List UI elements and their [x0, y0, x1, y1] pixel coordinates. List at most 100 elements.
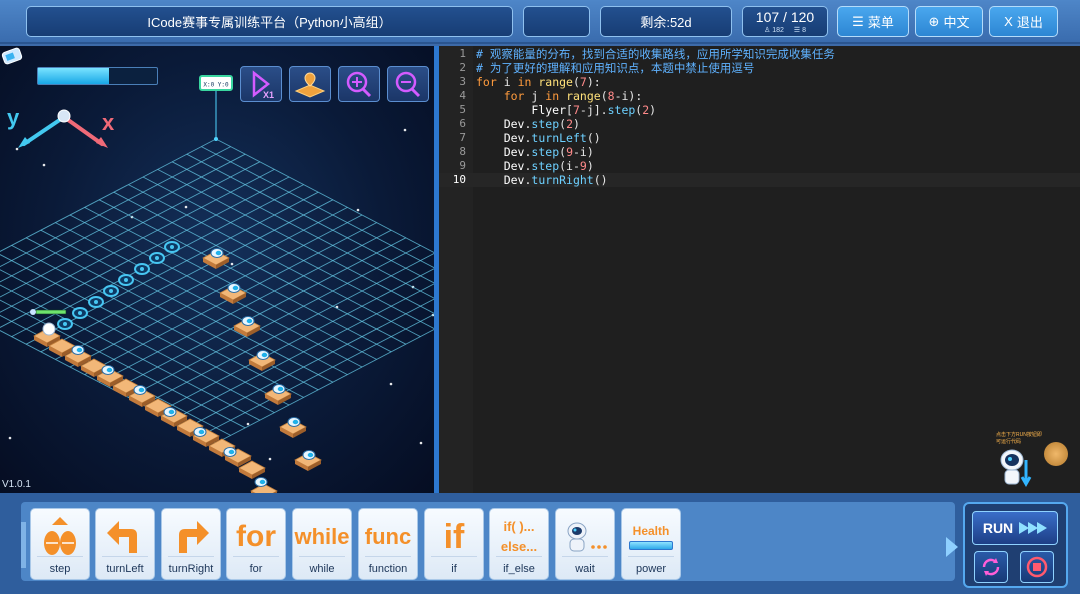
power-bar-icon: Health — [622, 513, 680, 561]
block-art-text: func — [364, 524, 412, 549]
block-function[interactable]: func function — [358, 508, 418, 580]
line-number: 3 — [459, 75, 466, 88]
code-line[interactable]: 9 Dev.step(i-9) — [439, 159, 1080, 173]
flyer-ring-core — [140, 267, 144, 271]
star — [15, 147, 19, 151]
block-turnleft[interactable]: turnLeft — [95, 508, 155, 580]
zoom-out-button[interactable] — [387, 66, 429, 102]
wait-robot-icon — [556, 513, 614, 561]
helper-robot-icon[interactable] — [998, 446, 1034, 490]
zoom-in-icon — [346, 71, 372, 98]
line-number: 4 — [459, 89, 466, 102]
run-button[interactable]: RUN — [972, 511, 1058, 545]
code-text: Dev.step(i-9) — [503, 159, 594, 173]
block-divider — [299, 556, 345, 557]
code-line[interactable]: 5 Flyer[7-j].step(2) — [439, 103, 1080, 117]
axis-origin — [57, 109, 71, 123]
page-title: ICode赛事专属训练平台（Python小高组） — [26, 6, 513, 37]
y-axis-arrow — [22, 115, 66, 146]
block-label: step — [49, 563, 71, 575]
map-button[interactable] — [289, 66, 331, 102]
code-lines[interactable]: 1 # 观察能量的分布，找到合适的收集路线，应用所学知识完成收集任务 2 # 为了更好… — [439, 46, 1080, 187]
code-text: Dev.turnLeft() — [503, 131, 601, 145]
zoom-in-button[interactable] — [338, 66, 380, 102]
code-line[interactable]: 6 Dev.step(2) — [439, 117, 1080, 131]
code-line[interactable]: 7 Dev.turnLeft() — [439, 131, 1080, 145]
x-axis-label: x — [102, 110, 115, 135]
reset-button[interactable] — [974, 551, 1008, 583]
star — [419, 441, 423, 445]
block-turnright[interactable]: turnRight — [161, 508, 221, 580]
remaining-days: 剩余:52d — [600, 6, 732, 37]
step-icon — [31, 513, 89, 561]
line-number: 5 — [459, 103, 466, 116]
turn-right-icon — [162, 513, 220, 561]
code-editor[interactable]: 1 # 观察能量的分布，找到合适的收集路线，应用所学知识完成收集任务 2 # 为了更好… — [439, 46, 1080, 493]
code-text: # 为了更好的理解和应用知识点，本题中禁止使用逗号 — [476, 61, 755, 75]
flyer-core — [246, 318, 253, 324]
code-line[interactable]: 4 for j in range(8-i): — [439, 89, 1080, 103]
flyer-ring-core — [155, 256, 159, 260]
coord-label: X:0 Y:0 — [203, 82, 229, 89]
flyer-core — [168, 409, 175, 415]
line-number: 7 — [459, 131, 466, 144]
helper-tip: 点击下方RUN按钮即可运行代码 — [996, 432, 1042, 445]
block-while[interactable]: while while — [292, 508, 352, 580]
palette-scroll-right-icon[interactable] — [946, 537, 958, 557]
code-text: # 观察能量的分布，找到合适的收集路线，应用所学知识完成收集任务 — [476, 47, 835, 61]
star — [246, 422, 250, 426]
code-line[interactable]: 2 # 为了更好的理解和应用知识点，本题中禁止使用逗号 — [439, 61, 1080, 75]
stop-icon — [1026, 556, 1048, 578]
language-label: 中文 — [943, 15, 970, 30]
flyer-core — [232, 285, 239, 291]
flyer-core — [259, 479, 266, 485]
line-number: 9 — [459, 159, 466, 172]
exit-button[interactable]: X 退出 — [989, 6, 1058, 37]
game-scene: X:0 Y:0 y x X1 V1.0.1 — [0, 46, 434, 493]
coord-origin — [214, 137, 218, 141]
block-wait[interactable]: wait — [555, 508, 615, 580]
menu-button[interactable]: ☰ 菜单 — [837, 6, 909, 37]
block-step[interactable]: step — [30, 508, 90, 580]
flyer-ring-core — [78, 311, 82, 315]
progress-count: 107 / 120 — [755, 8, 815, 25]
flyer-core — [277, 386, 284, 392]
code-line[interactable]: 1 # 观察能量的分布，找到合适的收集路线，应用所学知识完成收集任务 — [439, 47, 1080, 61]
speed-button[interactable]: X1 — [240, 66, 282, 102]
stat-a: ♙ 182 — [763, 26, 784, 34]
bell-icon[interactable] — [1044, 442, 1068, 466]
block-label: if — [451, 563, 457, 575]
block-divider — [365, 556, 411, 557]
flyer-core — [307, 452, 314, 458]
code-line[interactable]: 3 for i in range(7): — [439, 75, 1080, 89]
stop-button[interactable] — [1020, 551, 1054, 583]
code-line[interactable]: 8 Dev.step(9-i) — [439, 145, 1080, 159]
star — [8, 436, 12, 440]
language-button[interactable]: ⊕ 中文 — [915, 6, 983, 37]
block-power[interactable]: Health power — [621, 508, 681, 580]
block-art-text: while — [294, 524, 350, 549]
block-if[interactable]: if if — [424, 508, 484, 580]
energy-fill — [38, 68, 110, 84]
block-label: for — [249, 563, 263, 575]
palette-edge — [21, 522, 26, 568]
speed-x1-icon: X1 — [252, 70, 274, 100]
block-divider — [562, 556, 608, 557]
flyer-ring-core — [109, 289, 113, 293]
star — [389, 382, 393, 386]
level-progress: 107 / 120 ♙ 182 ☰ 8 — [742, 6, 828, 37]
block-label: power — [636, 563, 666, 575]
run-label: RUN — [982, 520, 1014, 536]
star — [356, 208, 360, 212]
zoom-out-icon — [395, 71, 421, 98]
stat-b: ☰ 8 — [793, 26, 807, 34]
block-divider — [37, 556, 83, 557]
block-if-else[interactable]: if( )... else... if_else — [489, 508, 549, 580]
bottom-toolbar: step turnLeft turnRight for for while while fun… — [0, 493, 1080, 594]
player-health-cap — [30, 309, 36, 315]
block-art-text: if( )... else... — [500, 519, 538, 554]
flyer-ring-core — [124, 278, 128, 282]
code-line[interactable]: 10 Dev.turnRight() — [439, 173, 1080, 187]
block-for[interactable]: for for — [226, 508, 286, 580]
map-icon — [294, 72, 326, 98]
